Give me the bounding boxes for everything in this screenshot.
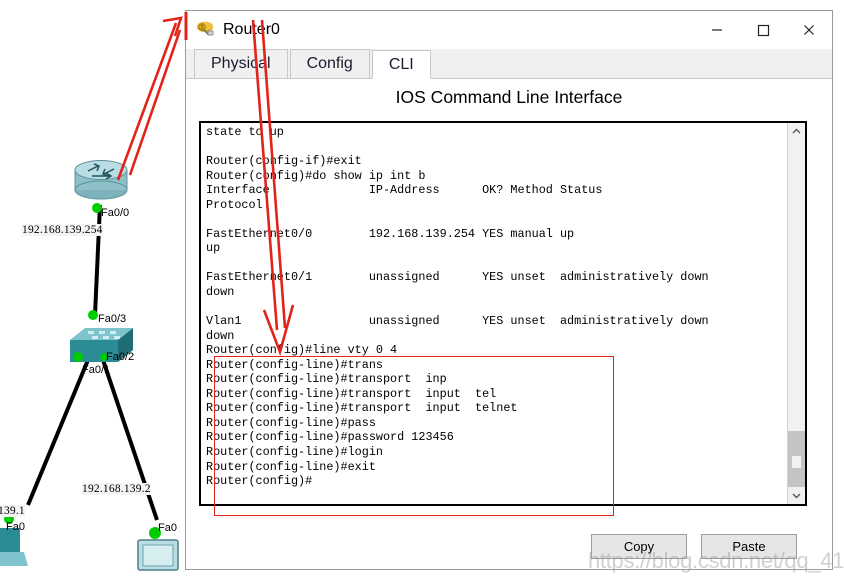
- port-label-pc-right: Fa0: [158, 522, 177, 534]
- terminal-line: Router(config-line)#transport inp: [206, 372, 447, 387]
- window-tabbar: Physical Config CLI: [186, 49, 832, 79]
- terminal-line: up: [206, 241, 221, 256]
- terminal-line: state to up: [206, 125, 284, 139]
- router0-window: $ Router0 Physical Config CLI IOS Comman…: [185, 10, 833, 570]
- terminal-line: Router(config-line)#login: [206, 445, 383, 460]
- ip-label-pc-left: 139.1: [0, 505, 25, 517]
- router-device-icon: $: [195, 20, 215, 40]
- terminal-line: down: [206, 285, 235, 300]
- window-title: Router0: [223, 21, 280, 38]
- cli-heading: IOS Command Line Interface: [395, 87, 623, 107]
- terminal-line: FastEthernet0/1 unassigned YES unset adm…: [206, 270, 709, 285]
- terminal-line: Protocol: [206, 197, 263, 212]
- terminal-line: down: [206, 328, 235, 343]
- cli-panel: IOS Command Line Interface state to up R…: [186, 79, 832, 569]
- link-status-switch-fa01: [73, 352, 83, 362]
- scrollbar-grip: [792, 456, 801, 468]
- port-label-switch-fa03: Fa0/3: [98, 313, 127, 325]
- minimize-icon[interactable]: [694, 11, 740, 49]
- port-label-router-fa00: Fa0/0: [101, 207, 130, 219]
- router-icon: [74, 160, 128, 200]
- terminal-line: Router(config-line)#password 123456: [206, 430, 454, 445]
- terminal-container: state to up Router(config-if)#exit Router…: [199, 121, 807, 516]
- link-switch-pc-right: [101, 359, 159, 521]
- link-router-switch: [93, 204, 102, 316]
- terminal-line: Router(config)#: [206, 474, 313, 489]
- network-topology-canvas[interactable]: Fa0/0 192.168.139.254 Fa0/3 Fa0/2 Fa0/1 …: [0, 0, 185, 577]
- terminal-line: Router(config-line)#exit: [206, 459, 376, 474]
- tab-physical[interactable]: Physical: [194, 49, 288, 78]
- window-controls: [694, 11, 832, 49]
- maximize-icon[interactable]: [740, 11, 786, 49]
- watermark: https://blog.csdn.net/qq_41901122: [588, 548, 844, 573]
- terminal-line: FastEthernet0/0 192.168.139.254 YES manu…: [206, 226, 575, 241]
- close-icon[interactable]: [786, 11, 832, 49]
- terminal-line: Router(config)#do show ip int b: [206, 168, 426, 183]
- terminal-line: Router(config-line)#transport input tel: [206, 386, 497, 401]
- terminal-line: Router(config-line)#transport input teln…: [206, 401, 518, 416]
- port-label-switch-fa01: Fa0/1: [82, 364, 111, 376]
- ip-label-pc-right: 192.168.139.2: [82, 483, 151, 495]
- pc-right-icon: [137, 539, 179, 571]
- terminal-line: Vlan1 unassigned YES unset administrativ…: [206, 314, 709, 329]
- tab-cli-label: CLI: [388, 55, 414, 73]
- chevron-down-icon[interactable]: [788, 487, 805, 504]
- terminal-line: Interface IP-Address OK? Method Status: [206, 183, 603, 198]
- terminal-line: Router(config-if)#exit: [206, 154, 362, 169]
- ip-label-router: 192.168.139.254: [22, 224, 103, 236]
- terminal-line: Router(config-line)#trans: [206, 357, 383, 372]
- terminal-line: Router(config)#line vty 0 4: [206, 343, 398, 358]
- terminal-scrollbar[interactable]: [787, 123, 805, 504]
- link-switch-pc-left: [26, 359, 90, 506]
- terminal-line: Router(config-line)#pass: [206, 415, 376, 430]
- terminal-output[interactable]: state to up Router(config-if)#exit Router…: [201, 123, 787, 504]
- pc-left-icon: [0, 528, 28, 566]
- screenshot-root: Fa0/0 192.168.139.254 Fa0/3 Fa0/2 Fa0/1 …: [0, 0, 844, 577]
- svg-text:$: $: [201, 25, 204, 31]
- port-label-switch-fa02: Fa0/2: [106, 351, 135, 363]
- tab-physical-label: Physical: [211, 55, 271, 72]
- tab-config-label: Config: [306, 55, 353, 72]
- link-status-switch-uplink: [88, 310, 98, 320]
- chevron-up-icon[interactable]: [788, 123, 805, 140]
- window-titlebar: $ Router0: [186, 11, 832, 49]
- scrollbar-thumb[interactable]: [788, 431, 805, 493]
- port-label-pc-left: Fa0: [6, 521, 25, 533]
- tab-cli[interactable]: CLI: [371, 50, 431, 79]
- tab-config[interactable]: Config: [289, 49, 370, 78]
